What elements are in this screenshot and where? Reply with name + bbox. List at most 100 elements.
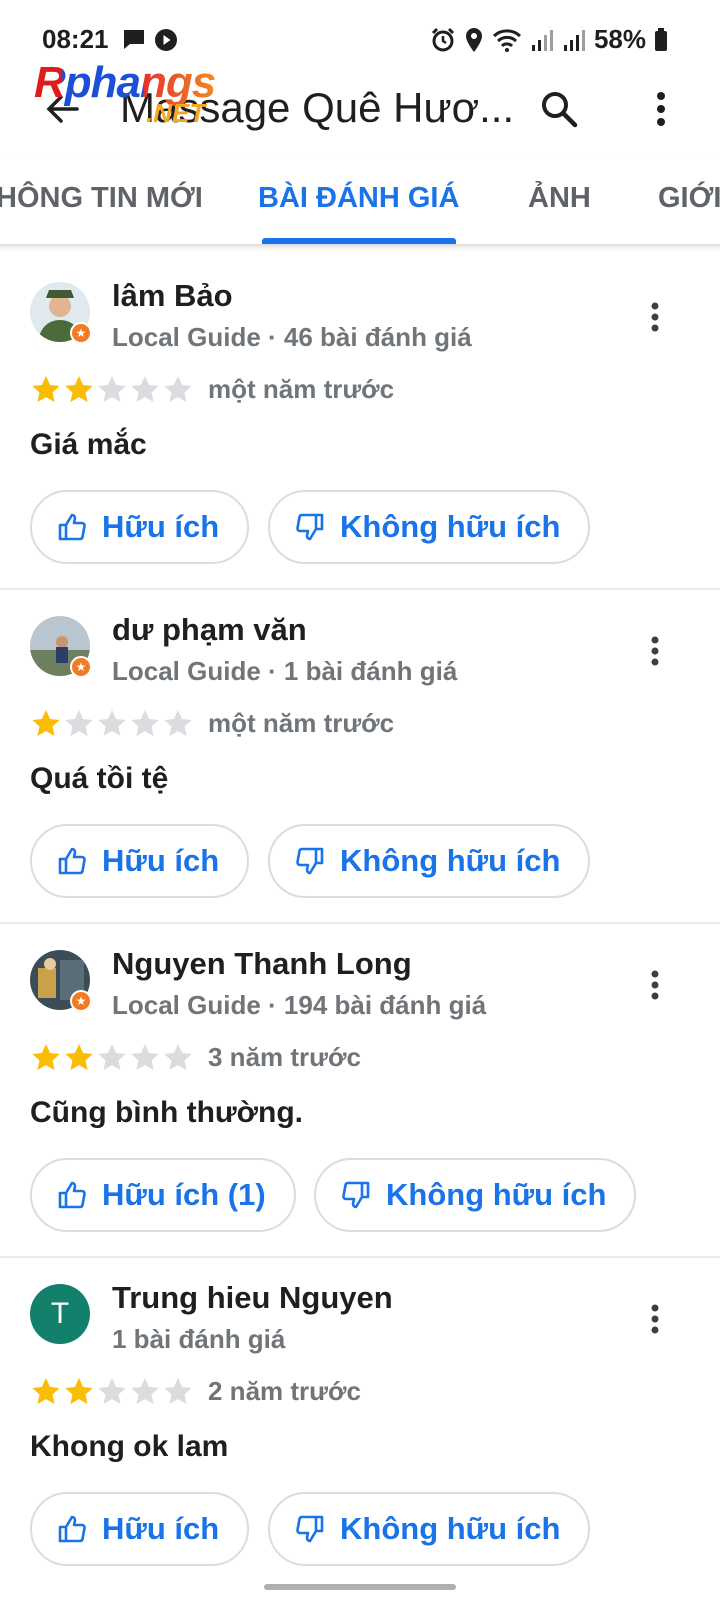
more-vertical-icon (657, 92, 665, 126)
tab-bar: HÔNG TIN MỚI BÀI ĐÁNH GIÁ ẢNH GIỚI (0, 160, 720, 246)
reviewer-meta: Local Guide · 194 bài đánh giá (112, 990, 487, 1020)
avatar[interactable]: ★ (30, 616, 92, 678)
not-helpful-label: Không hữu ích (340, 843, 561, 878)
review-card: ★ dư phạm văn Local Guide · 1 bài đánh g… (0, 590, 720, 924)
battery-icon (654, 27, 668, 52)
star-filled-icon (32, 1044, 60, 1070)
search-button[interactable] (534, 84, 584, 134)
review-time: một năm trước (208, 374, 395, 404)
reviewer-meta: Local Guide · 1 bài đánh giá (112, 656, 458, 686)
not-helpful-button[interactable]: Không hữu ích (268, 1492, 591, 1566)
review-card: T Trung hieu Nguyen 1 bài đánh giá 2 năm… (0, 1258, 720, 1592)
star-rating (30, 1042, 194, 1074)
local-guide-badge-icon: ★ (70, 990, 92, 1012)
status-bar: 08:21 58% (0, 0, 720, 80)
thumb-up-icon (58, 1515, 86, 1543)
star-empty-icon (131, 1044, 159, 1070)
helpful-label: Hữu ích (102, 843, 220, 878)
review-more-button[interactable] (640, 1294, 670, 1344)
app-bar: Massage Quê Hươ... (0, 70, 720, 150)
review-more-button[interactable] (640, 960, 670, 1010)
star-filled-icon (32, 1378, 60, 1404)
more-options-button[interactable] (636, 84, 686, 134)
arrow-back-icon (46, 95, 79, 123)
star-empty-icon (98, 1378, 126, 1404)
thumb-down-icon (342, 1181, 370, 1209)
star-empty-icon (65, 710, 93, 736)
more-vertical-icon (651, 1304, 659, 1334)
tab-photos[interactable]: ẢNH (528, 182, 591, 215)
review-text: Cũng bình thường. (30, 1096, 303, 1129)
review-card: ★ Nguyen Thanh Long Local Guide · 194 bà… (0, 924, 720, 1258)
star-filled-icon (65, 376, 93, 402)
star-empty-icon (131, 1378, 159, 1404)
star-filled-icon (32, 376, 60, 402)
review-text: Quá tồi tệ (30, 762, 169, 795)
reviewer-name[interactable]: Trung hieu Nguyen (112, 1280, 393, 1316)
helpful-button[interactable]: Hữu ích (1) (30, 1158, 296, 1232)
signal-icon-2 (562, 28, 586, 52)
star-rating (30, 708, 194, 740)
helpful-label: Hữu ích (102, 509, 220, 544)
helpful-button[interactable]: Hữu ích (30, 1492, 250, 1566)
thumb-up-icon (58, 1181, 86, 1209)
youtube-play-icon (154, 28, 178, 52)
more-vertical-icon (651, 636, 659, 666)
location-icon (464, 27, 484, 53)
page-title: Massage Quê Hươ... (120, 84, 515, 131)
thumb-down-icon (296, 847, 324, 875)
review-time: 3 năm trước (208, 1042, 361, 1072)
back-button[interactable] (38, 84, 88, 134)
status-time: 08:21 (42, 24, 109, 54)
helpful-label: Hữu ích (1) (102, 1177, 266, 1212)
not-helpful-button[interactable]: Không hữu ích (314, 1158, 637, 1232)
tab-about[interactable]: GIỚI (658, 182, 720, 215)
gesture-home-bar[interactable] (264, 1584, 456, 1590)
star-filled-icon (65, 1044, 93, 1070)
thumb-up-icon (58, 513, 86, 541)
avatar[interactable]: ★ (30, 282, 92, 344)
thumb-down-icon (296, 513, 324, 541)
review-more-button[interactable] (640, 292, 670, 342)
not-helpful-button[interactable]: Không hữu ích (268, 490, 591, 564)
reviewer-meta: Local Guide · 46 bài đánh giá (112, 322, 472, 352)
reviewer-name[interactable]: dư phạm văn (112, 612, 307, 648)
star-empty-icon (98, 710, 126, 736)
active-tab-indicator (262, 238, 456, 244)
star-empty-icon (164, 1378, 192, 1404)
local-guide-badge-icon: ★ (70, 656, 92, 678)
status-notification-icons (122, 28, 178, 52)
star-rating (30, 1376, 194, 1408)
thumb-up-icon (58, 847, 86, 875)
not-helpful-button[interactable]: Không hữu ích (268, 824, 591, 898)
search-icon (542, 92, 578, 128)
helpful-button[interactable]: Hữu ích (30, 490, 250, 564)
reviewer-name[interactable]: Nguyen Thanh Long (112, 946, 412, 982)
review-text: Giá mắc (30, 428, 147, 461)
review-more-button[interactable] (640, 626, 670, 676)
helpful-button[interactable]: Hữu ích (30, 824, 250, 898)
star-empty-icon (98, 376, 126, 402)
star-empty-icon (131, 710, 159, 736)
review-text: Khong ok lam (30, 1430, 229, 1463)
local-guide-badge-icon: ★ (70, 322, 92, 344)
review-time: 2 năm trước (208, 1376, 361, 1406)
signal-icon (530, 28, 554, 52)
wifi-icon (492, 28, 522, 52)
star-empty-icon (131, 376, 159, 402)
reviewer-meta: 1 bài đánh giá (112, 1324, 286, 1354)
alarm-icon (430, 27, 456, 53)
star-empty-icon (164, 710, 192, 736)
not-helpful-label: Không hữu ích (386, 1177, 607, 1212)
tab-reviews[interactable]: BÀI ĐÁNH GIÁ (258, 182, 459, 215)
avatar[interactable]: T (30, 1284, 90, 1344)
review-card: ★ lâm Bảo Local Guide · 46 bài đánh giá … (0, 256, 720, 590)
avatar[interactable]: ★ (30, 950, 92, 1012)
star-empty-icon (164, 376, 192, 402)
more-vertical-icon (651, 302, 659, 332)
tab-latest-info[interactable]: HÔNG TIN MỚI (0, 182, 203, 215)
status-system-icons: 58% (430, 24, 668, 55)
helpful-label: Hữu ích (102, 1511, 220, 1546)
reviewer-name[interactable]: lâm Bảo (112, 278, 233, 314)
star-filled-icon (32, 710, 60, 736)
